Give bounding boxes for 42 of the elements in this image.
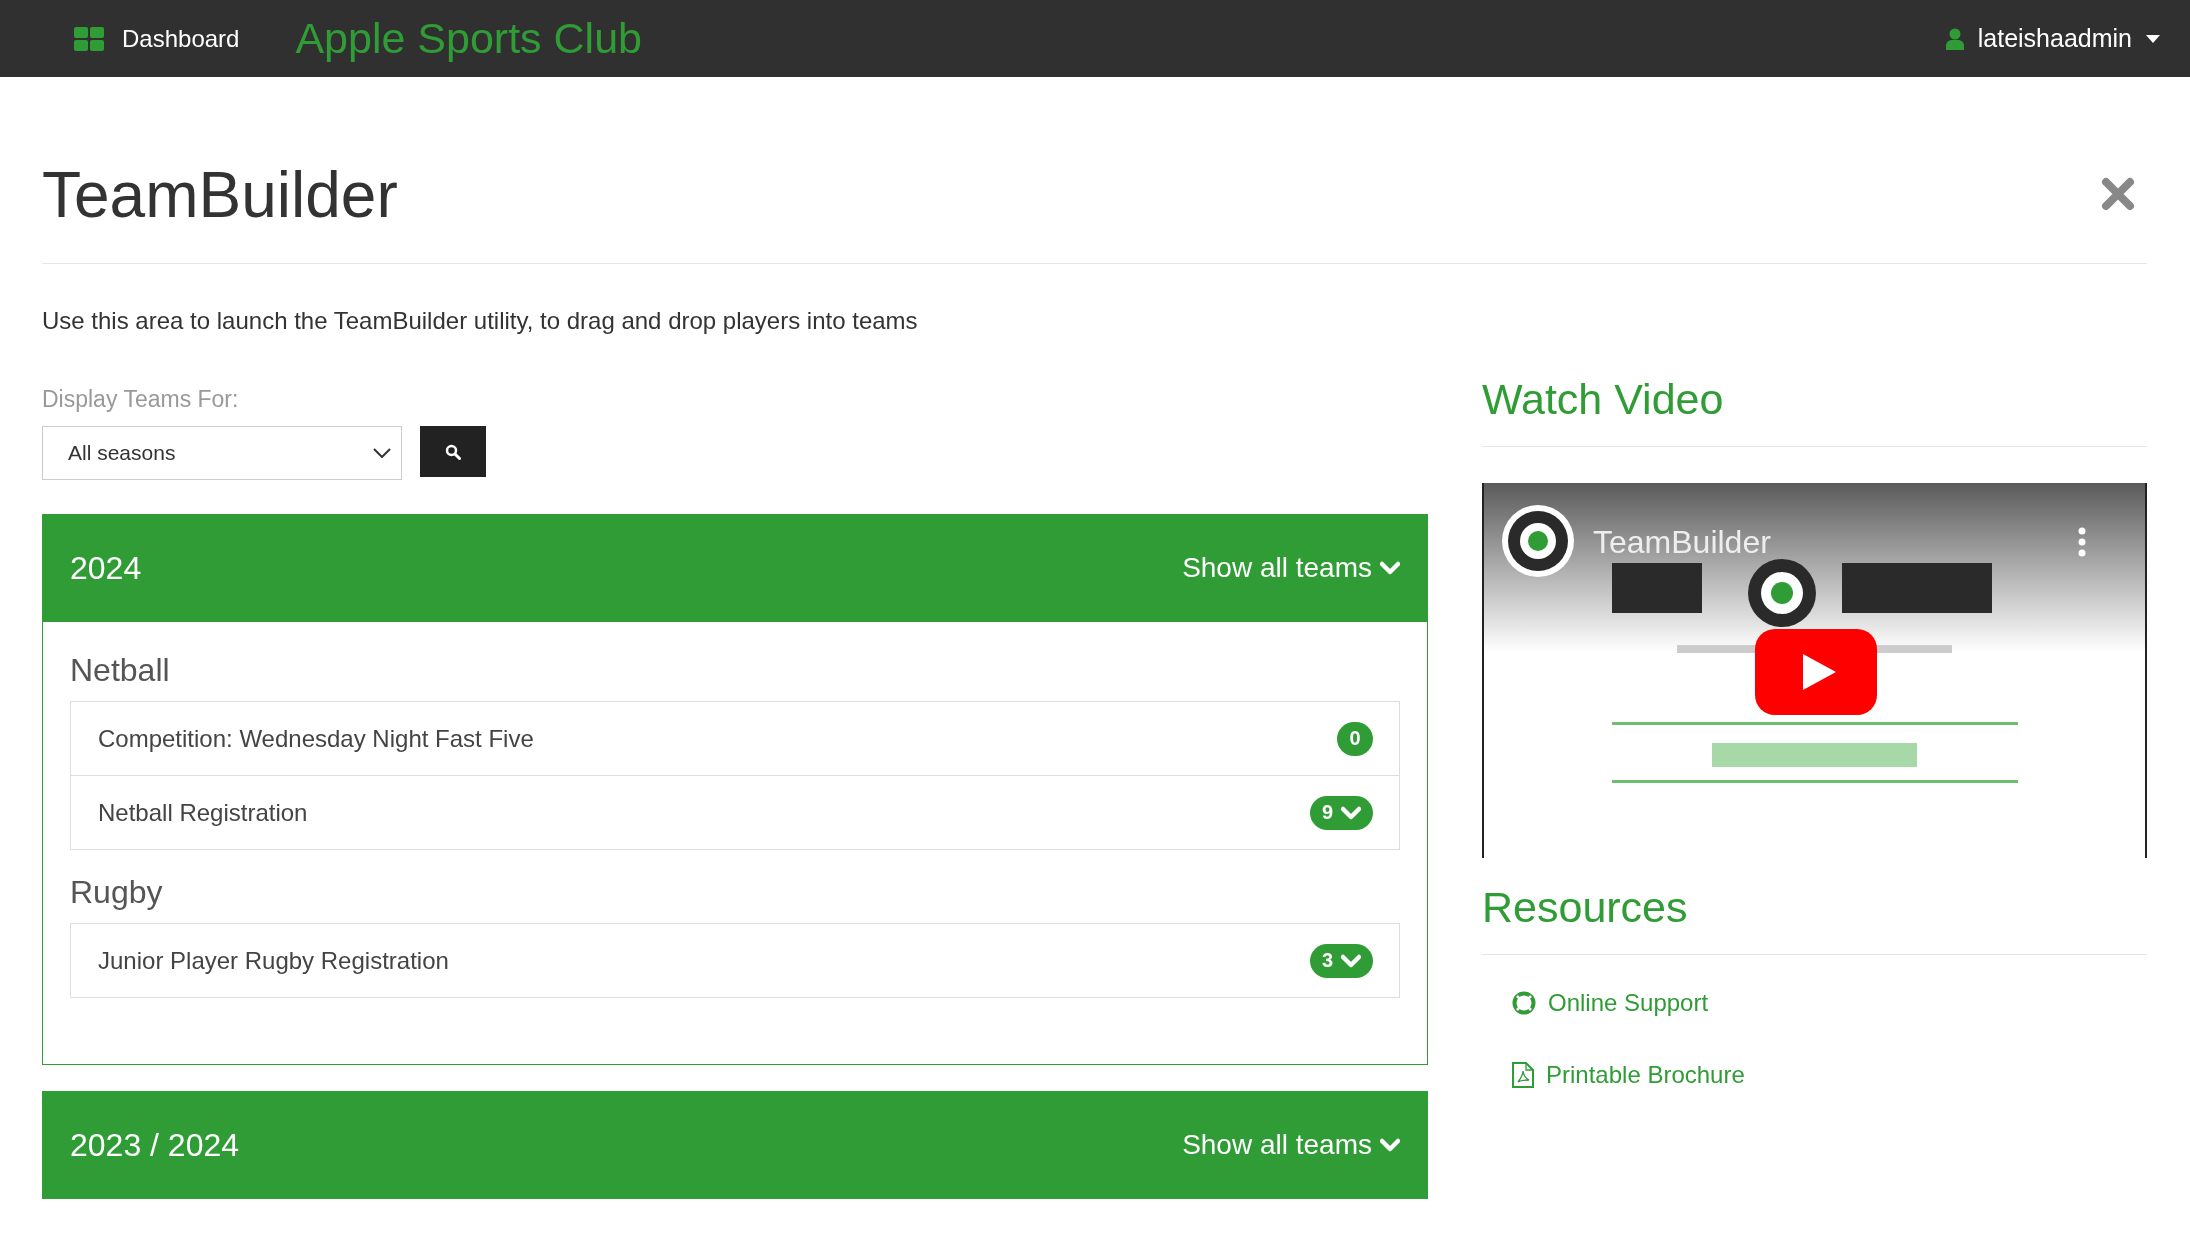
- page-description: Use this area to launch the TeamBuilder utility, to drag and drop players into teams: [42, 306, 919, 336]
- lifebuoy-icon: [1512, 991, 1536, 1015]
- caret-icon: [2146, 34, 2160, 43]
- chevron-down-icon: [1380, 561, 1400, 575]
- season-title: 2023 / 2024: [70, 1126, 240, 1164]
- season-select[interactable]: All seasons: [42, 426, 402, 480]
- competition-row[interactable]: Competition: Wednesday Night Fast Five 0: [70, 701, 1400, 776]
- competition-name: Junior Player Rugby Registration: [98, 946, 449, 975]
- filter-label: Display Teams For:: [42, 385, 240, 414]
- count-badge[interactable]: 9: [1309, 795, 1373, 830]
- season-title: 2024: [70, 549, 142, 587]
- video-title[interactable]: TeamBuilder: [1593, 523, 1771, 561]
- resource-link[interactable]: Printable Brochure: [1512, 1061, 1745, 1089]
- play-button[interactable]: [1755, 629, 1877, 718]
- pdf-file-icon: [1512, 1062, 1534, 1088]
- count-badge[interactable]: 3: [1309, 943, 1373, 978]
- search-icon: [445, 443, 461, 460]
- dashboard-link[interactable]: Dashboard: [74, 24, 240, 53]
- competition-row[interactable]: Netball Registration 9: [70, 775, 1400, 850]
- search-button[interactable]: [420, 426, 486, 477]
- user-menu[interactable]: lateishaadmin: [1945, 24, 2160, 53]
- section-heading: Watch Video: [1482, 374, 2147, 447]
- show-all-teams-link[interactable]: Show all teams: [1182, 552, 1400, 584]
- chevron-down-icon: [373, 448, 391, 458]
- competition-name: Netball Registration: [98, 798, 308, 827]
- grid-icon: [74, 26, 104, 51]
- resource-link[interactable]: Online Support: [1512, 989, 1709, 1017]
- competition-row[interactable]: Junior Player Rugby Registration 3: [70, 923, 1400, 998]
- chevron-down-icon: [1380, 1138, 1400, 1152]
- sport-heading: Netball: [70, 651, 171, 690]
- page-title: TeamBuilder: [42, 158, 398, 233]
- chevron-down-icon: [1341, 805, 1361, 820]
- sport-heading: Rugby: [70, 873, 164, 912]
- competition-name: Competition: Wednesday Night Fast Five: [98, 724, 534, 753]
- brand-link[interactable]: Apple Sports Club: [295, 14, 642, 63]
- channel-avatar-icon[interactable]: [1502, 505, 1574, 577]
- user-icon: [1945, 27, 1964, 50]
- count-badge: 0: [1337, 721, 1373, 756]
- section-heading: Resources: [1482, 882, 2147, 955]
- show-all-teams-link[interactable]: Show all teams: [1182, 1129, 1400, 1161]
- more-options-icon[interactable]: [2077, 527, 2087, 557]
- chevron-down-icon: [1341, 953, 1361, 968]
